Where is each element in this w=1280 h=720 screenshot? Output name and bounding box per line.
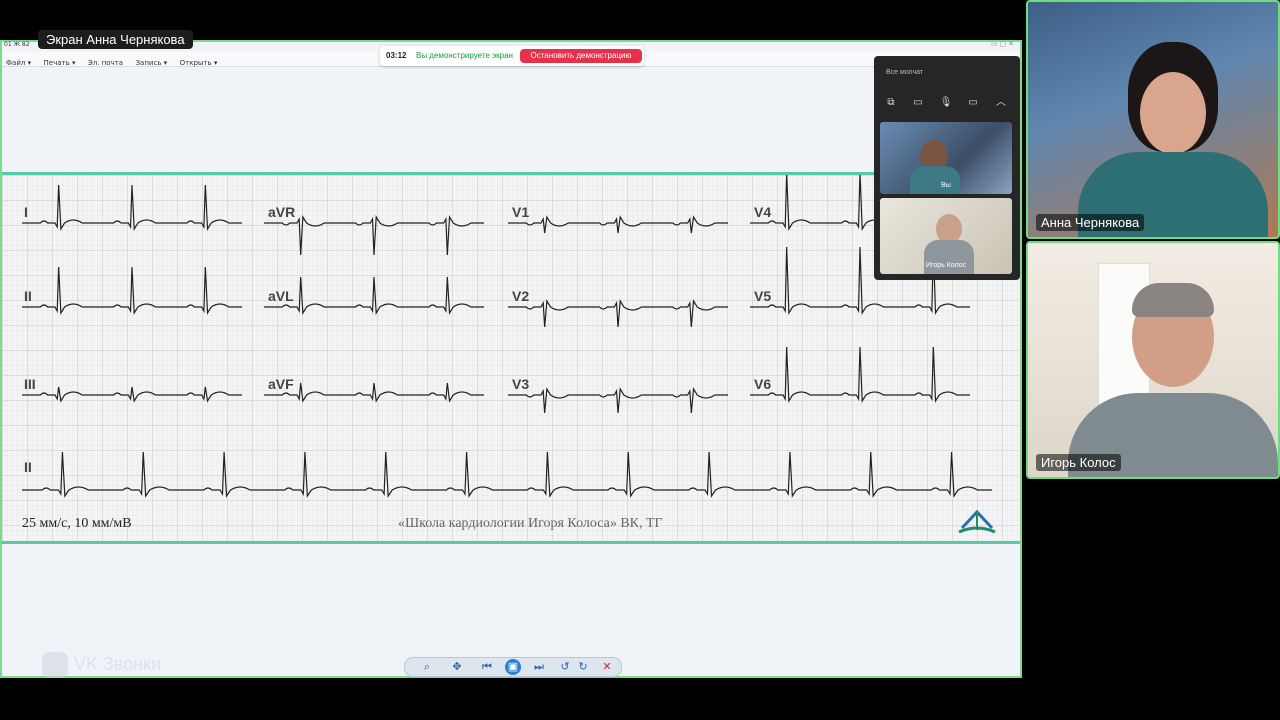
ecg-watermark: «Школа кардиологии Игоря Колоса» ВК, ТГ <box>398 516 663 531</box>
video-tile-igor[interactable]: Игорь Колос <box>1026 241 1280 479</box>
lead-label: V2 <box>512 288 529 304</box>
window-icon[interactable]: ▭ <box>911 96 925 110</box>
zoom-icon[interactable]: ⌕ <box>419 659 435 675</box>
lead-label: III <box>24 376 36 392</box>
school-logo-icon <box>958 509 996 534</box>
close-icon[interactable]: ✕ <box>599 659 615 675</box>
lead-label: V6 <box>754 376 771 392</box>
person-face <box>1140 72 1206 154</box>
menu-email[interactable]: Эл. почта <box>88 59 123 67</box>
window-title: 01 Ж 82 <box>4 41 30 48</box>
lead-label: II <box>24 459 32 475</box>
menu-open[interactable]: Открыть ▾ <box>180 59 218 67</box>
last-page-icon[interactable]: ⏭ <box>531 659 547 675</box>
self-label: Вы <box>941 182 951 189</box>
lead-label: V5 <box>754 288 771 304</box>
menu-file[interactable]: Файл ▾ <box>6 59 31 67</box>
brand-label: VK Звонки <box>74 653 162 674</box>
page-view-icon[interactable]: ▣ <box>505 659 521 675</box>
share-timer: 03:12 <box>386 51 407 60</box>
stop-sharing-button[interactable]: Остановить демонстрацию <box>520 49 642 63</box>
viewer-toolbar: ⌕ ✥ ⏮ ▣ ⏭ ↺ ↻ ✕ <box>404 657 622 677</box>
participant-name: Игорь Колос <box>1036 454 1121 471</box>
lead-label: aVL <box>268 288 294 304</box>
person-hair <box>1132 283 1214 317</box>
ecg-grid: IaVR V1 V4 II aVL V2 V5 III aVF V3 V6 II <box>2 175 1020 541</box>
vk-logo-icon <box>42 652 68 678</box>
chevron-up-icon[interactable]: ︿ <box>994 96 1008 110</box>
lead-label: I <box>24 204 28 220</box>
video-tile-anna[interactable]: Анна Чернякова <box>1026 0 1280 239</box>
call-status: Все молчат <box>886 69 924 76</box>
window-controls[interactable]: ▭ ▢ ✕ <box>991 40 1014 48</box>
rotate-right-icon[interactable]: ↻ <box>575 659 591 675</box>
person-body <box>910 166 960 194</box>
screen-share-bar: 03:12 Вы демонстрируете экран Остановить… <box>380 46 644 66</box>
move-icon[interactable]: ✥ <box>449 659 465 675</box>
screen-share-label: Экран Анна Чернякова <box>38 30 193 49</box>
lead-label: V3 <box>512 376 529 392</box>
menu-record[interactable]: Запись ▾ <box>136 59 168 67</box>
call-panel: Все молчат ⧉ ▭ 🎙 ▭ ︿ Вы Игорь Колос <box>874 56 1020 280</box>
participant-label: Игорь Колос <box>925 262 967 269</box>
microphone-icon[interactable]: 🎙 <box>939 96 953 110</box>
screen-share-icon[interactable]: ⧉ <box>884 96 898 110</box>
self-video-thumbnail[interactable]: Вы <box>880 122 1012 194</box>
lead-label: V4 <box>754 204 771 220</box>
menu-print[interactable]: Печать ▾ <box>44 59 76 67</box>
lead-label: V1 <box>512 204 529 220</box>
participant-video-thumbnail[interactable]: Игорь Колос <box>880 198 1012 274</box>
rotate-left-icon[interactable]: ↺ <box>557 659 573 675</box>
camera-icon[interactable]: ▭ <box>966 96 980 110</box>
participant-name: Анна Чернякова <box>1036 214 1145 231</box>
lead-label: aVF <box>268 376 294 392</box>
ecg-speed-label: 25 мм/с, 10 мм/мВ <box>22 516 132 531</box>
vk-calls-brand: VK Звонки <box>42 652 161 678</box>
share-status: Вы демонстрируете экран <box>416 51 513 60</box>
lead-label: II <box>24 288 32 304</box>
lead-label: aVR <box>268 204 295 220</box>
first-page-icon[interactable]: ⏮ <box>479 659 495 675</box>
